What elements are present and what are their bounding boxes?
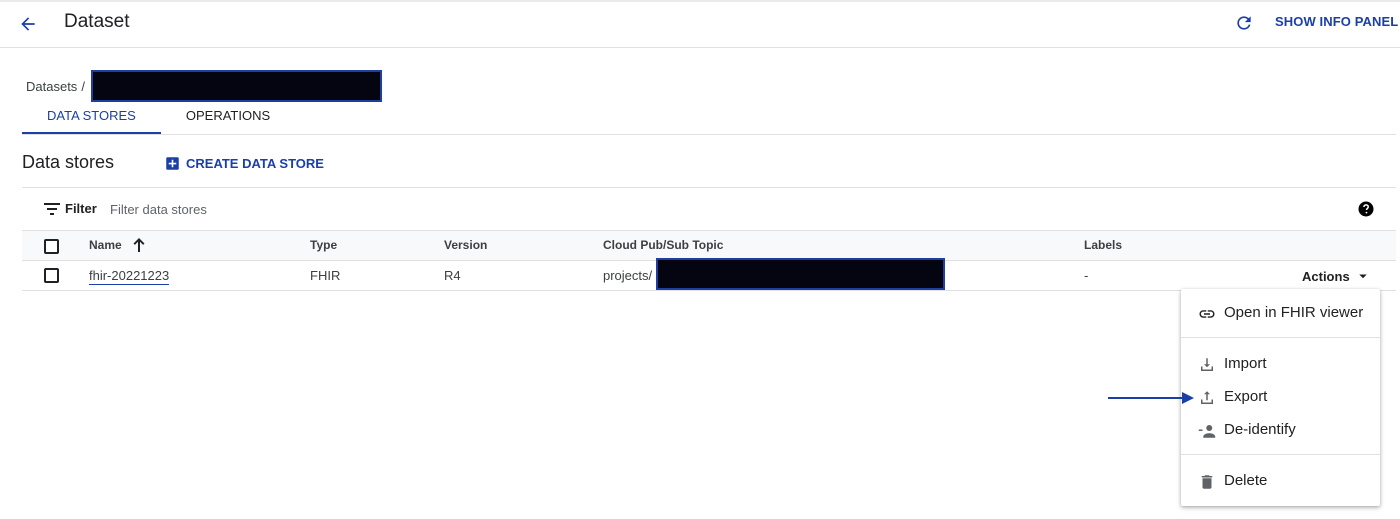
tab-bar: DATA STORES OPERATIONS <box>22 102 295 134</box>
column-pubsub-topic: Cloud Pub/Sub Topic <box>603 238 724 252</box>
tabs-divider <box>22 134 1396 135</box>
redacted-topic <box>656 258 945 290</box>
tab-operations[interactable]: OPERATIONS <box>161 102 295 134</box>
back-button[interactable] <box>14 10 42 38</box>
menu-item-label: Import <box>1224 355 1267 372</box>
link-icon <box>1199 310 1215 318</box>
redacted-dataset-name <box>90 70 382 102</box>
menu-item-de-identify[interactable]: De-identify <box>1181 414 1380 446</box>
add-box-icon <box>166 156 179 170</box>
trash-icon <box>1201 475 1213 489</box>
arrow-back-icon <box>21 17 35 31</box>
breadcrumb: Datasets / <box>26 70 382 102</box>
person-remove-icon <box>1198 425 1216 438</box>
labels-cell: - <box>1084 268 1089 283</box>
filter-input[interactable] <box>108 197 408 221</box>
menu-item-label: De-identify <box>1224 421 1296 438</box>
actions-dropdown-button[interactable]: Actions <box>1302 267 1372 285</box>
help-icon[interactable] <box>1357 200 1375 218</box>
row-checkbox[interactable] <box>44 268 59 283</box>
refresh-icon <box>1237 16 1251 30</box>
annotation-arrow-icon <box>1108 392 1194 404</box>
table-header: Name Type Version Cloud Pub/Sub Topic La… <box>22 230 1396 261</box>
tab-data-stores[interactable]: DATA STORES <box>22 102 161 134</box>
create-data-store-label: CREATE DATA STORE <box>186 155 324 171</box>
filter-label: Filter <box>65 201 97 216</box>
actions-label: Actions <box>1302 268 1350 284</box>
filter-list-icon <box>44 203 60 215</box>
actions-menu: Open in FHIR viewer Import Export De-ide… <box>1181 289 1380 506</box>
column-labels: Labels <box>1084 238 1123 252</box>
data-stores-table: Name Type Version Cloud Pub/Sub Topic La… <box>22 230 1396 291</box>
menu-item-open-fhir-viewer[interactable]: Open in FHIR viewer <box>1181 297 1380 329</box>
select-all-checkbox[interactable] <box>44 239 59 254</box>
menu-item-label: Export <box>1224 388 1268 405</box>
name-cell: fhir-20221223 <box>89 268 170 285</box>
app-header: Dataset SHOW INFO PANEL <box>0 2 1400 48</box>
section-title: Data stores <box>22 152 115 172</box>
show-info-panel-button[interactable]: SHOW INFO PANEL <box>1275 14 1398 29</box>
type-cell: FHIR <box>310 268 341 283</box>
table-row: fhir-20221223 FHIR R4 projects/ - Action… <box>22 258 1396 291</box>
create-data-store-button[interactable]: CREATE DATA STORE <box>165 152 324 174</box>
menu-item-label: Delete <box>1224 472 1268 489</box>
data-store-name-link[interactable]: fhir-20221223 <box>89 268 170 285</box>
breadcrumb-separator: / <box>81 78 85 94</box>
refresh-button[interactable] <box>1232 11 1256 35</box>
column-name[interactable]: Name <box>89 238 122 252</box>
filter-bar: Filter <box>22 188 1396 230</box>
download-icon <box>1201 358 1213 371</box>
menu-divider <box>1181 337 1380 338</box>
upload-icon <box>1201 391 1213 404</box>
menu-divider <box>1181 454 1380 455</box>
menu-item-import[interactable]: Import <box>1181 348 1380 380</box>
dropdown-arrow-icon <box>1358 274 1367 279</box>
topic-cell: projects/ <box>603 268 653 283</box>
sort-arrow-up-icon[interactable] <box>132 237 146 253</box>
breadcrumb-datasets-link[interactable]: Datasets <box>26 79 77 94</box>
column-version: Version <box>444 238 488 252</box>
menu-item-export[interactable]: Export <box>1181 381 1380 413</box>
version-cell: R4 <box>444 268 461 283</box>
menu-item-label: Open in FHIR viewer <box>1224 304 1364 321</box>
page-title: Dataset <box>64 11 130 32</box>
column-type: Type <box>310 238 338 252</box>
menu-item-delete[interactable]: Delete <box>1181 465 1380 497</box>
